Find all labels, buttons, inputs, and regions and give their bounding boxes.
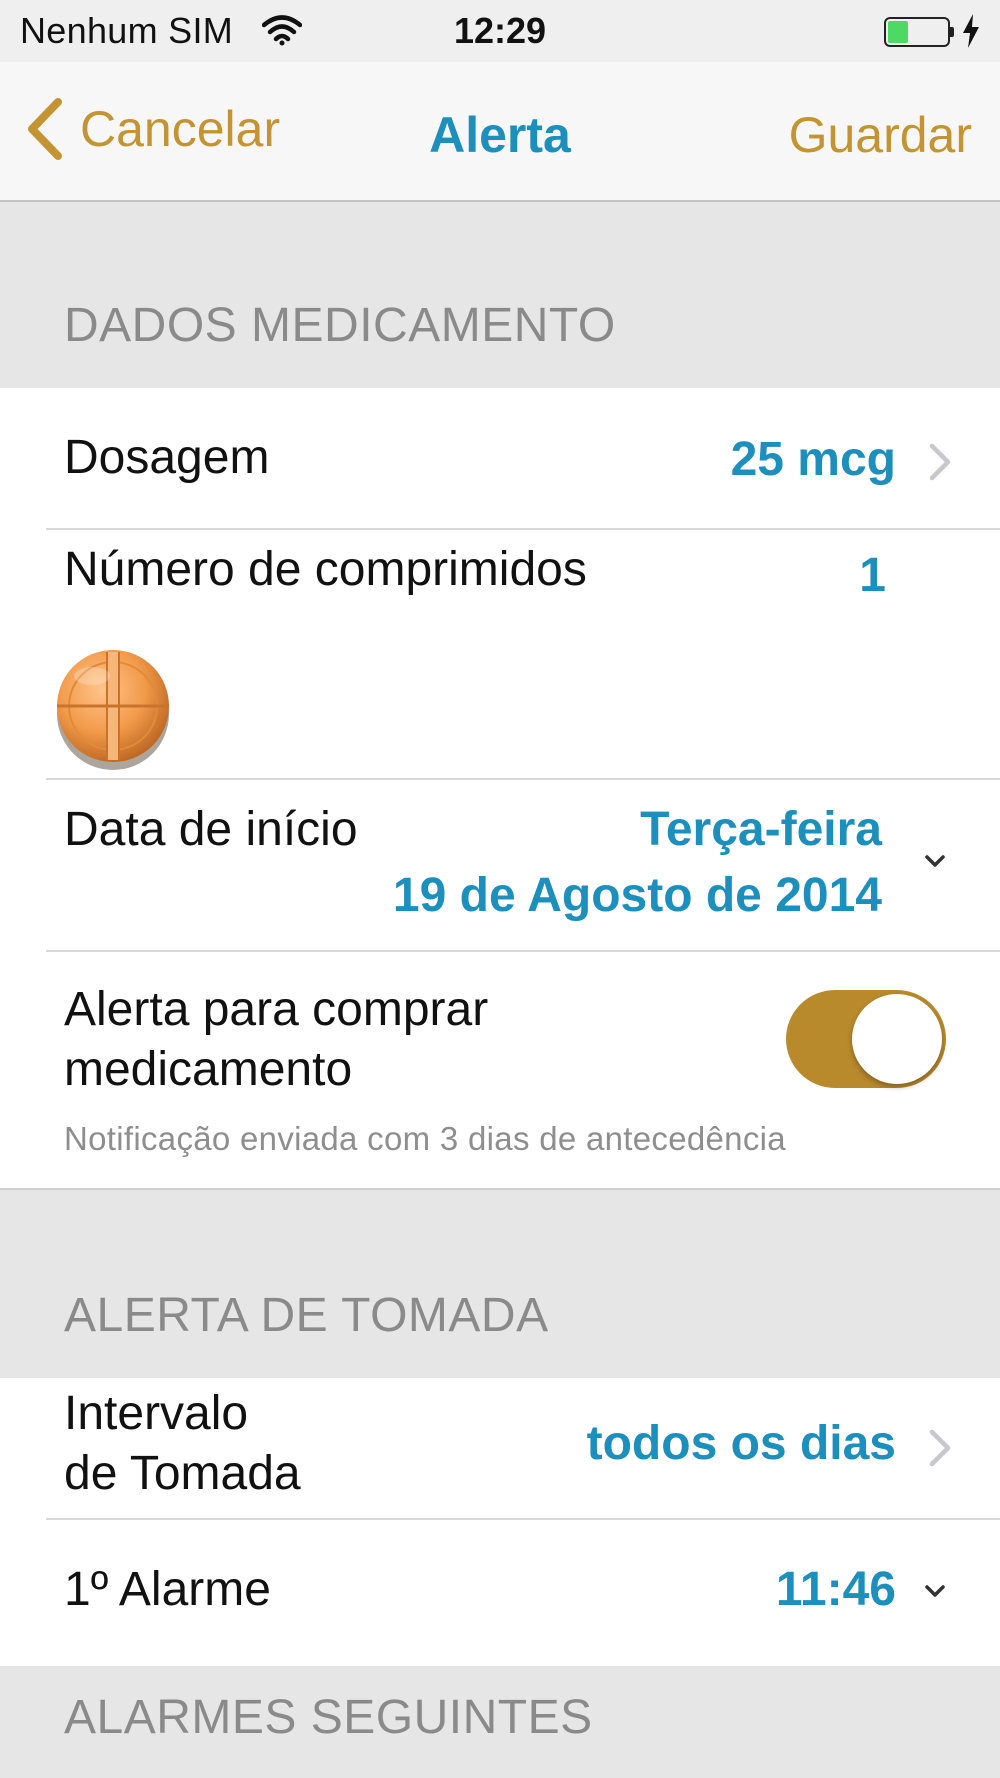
interval-label-line1: Intervalo — [64, 1387, 249, 1440]
interval-value: todos os dias — [586, 1417, 896, 1470]
dosage-row[interactable]: Dosagem 25 mcg — [0, 388, 1000, 530]
clock-label: 12:29 — [453, 10, 547, 51]
pill-count-row[interactable]: Número de comprimidos 1 — [0, 530, 1000, 780]
start-date-row[interactable]: Data de início Terça-feira 19 de Agosto … — [0, 780, 1000, 952]
pill-icon — [57, 650, 169, 770]
battery-level-fill — [888, 21, 908, 43]
dosage-value: 25 mcg — [730, 433, 896, 486]
alert-screen: Nenhum SIM 12:29 Cancelar Alerta Guardar — [0, 0, 1000, 1778]
charging-bolt-icon — [963, 14, 979, 48]
section-title-intake: ALERTA DE TOMADA — [64, 1289, 549, 1342]
section-title-medication: DADOS MEDICAMENTO — [64, 299, 616, 352]
buy-alert-label-line2: medicamento — [64, 1043, 353, 1096]
toggle-knob — [852, 994, 942, 1084]
section-header-medication: DADOS MEDICAMENTO — [0, 202, 1000, 388]
interval-row[interactable]: Intervalo de Tomada todos os dias — [0, 1378, 1000, 1520]
start-date-weekday: Terça-feira — [640, 803, 882, 856]
intake-group: Intervalo de Tomada todos os dias 1º Ala… — [0, 1378, 1000, 1666]
buy-alert-note: Notificação enviada com 3 dias de antece… — [64, 1120, 786, 1157]
first-alarm-value: 11:46 — [775, 1563, 896, 1616]
section-title-following: ALARMES SEGUINTES — [64, 1691, 593, 1744]
section-header-intake: ALERTA DE TOMADA — [0, 1190, 1000, 1378]
pill-count-label: Número de comprimidos — [64, 543, 587, 596]
start-date-value: 19 de Agosto de 2014 — [392, 869, 882, 922]
interval-label-line2: de Tomada — [64, 1447, 301, 1500]
chevron-down-icon — [925, 855, 945, 867]
medication-group: Dosagem 25 mcg Número de comprimidos 1 D… — [0, 388, 1000, 1190]
status-bar: Nenhum SIM 12:29 — [0, 0, 1000, 62]
save-button[interactable]: Guardar — [789, 106, 972, 164]
first-alarm-row[interactable]: 1º Alarme 11:46 — [0, 1520, 1000, 1666]
buy-alert-row: Alerta para comprar medicamento Notifica… — [0, 952, 1000, 1190]
dosage-label: Dosagem — [64, 431, 270, 484]
start-date-label: Data de início — [64, 803, 358, 856]
battery-icon — [884, 17, 956, 49]
chevron-right-icon — [929, 1429, 951, 1467]
chevron-right-icon — [929, 443, 951, 481]
buy-alert-label-line1: Alerta para comprar — [64, 983, 489, 1036]
first-alarm-label: 1º Alarme — [64, 1563, 271, 1616]
buy-alert-toggle[interactable] — [786, 990, 946, 1088]
chevron-down-icon — [925, 1585, 945, 1597]
navigation-bar: Cancelar Alerta Guardar — [0, 62, 1000, 202]
section-header-following: ALARMES SEGUINTES — [0, 1666, 1000, 1778]
pill-count-value: 1 — [859, 549, 886, 602]
